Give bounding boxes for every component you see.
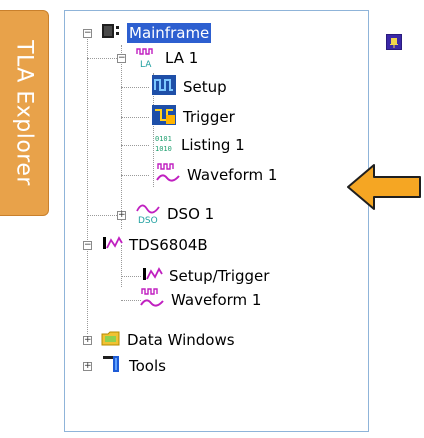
svg-text:LA: LA (140, 60, 152, 70)
tree-node-data-windows[interactable]: Data Windows (101, 328, 237, 352)
pointer-arrow-icon (346, 162, 422, 216)
collapse-la1-button[interactable]: − (117, 54, 126, 63)
expand-data-windows-button[interactable]: + (83, 336, 92, 345)
listing-icon: 0101 1010 (155, 132, 175, 158)
tree-node-setup-trigger[interactable]: Setup/Trigger (141, 264, 271, 288)
svg-text:1010: 1010 (155, 145, 172, 153)
tree-node-listing1[interactable]: 0101 1010 Listing 1 (155, 133, 247, 157)
waveform-icon (139, 286, 165, 314)
dso-icon: DSO (135, 199, 161, 229)
setup-trigger-icon (141, 265, 163, 287)
tree-connector (121, 45, 122, 229)
logic-analyzer-icon: LA (135, 46, 159, 70)
folder-icon (101, 329, 121, 351)
tree-node-mainframe[interactable]: Mainframe (101, 21, 212, 45)
tools-icon (101, 354, 123, 378)
tree-node-waveform1-tds[interactable]: Waveform 1 (139, 288, 263, 312)
tree-node-waveform1-la[interactable]: Waveform 1 (155, 163, 279, 187)
mainframe-icon (101, 22, 123, 44)
tree-connector (87, 37, 88, 334)
svg-text:DSO: DSO (138, 216, 158, 225)
pin-icon (390, 38, 398, 48)
svg-text:0101: 0101 (155, 135, 172, 143)
oscilloscope-icon (101, 234, 123, 256)
tab-label: TLA Explorer (11, 40, 37, 186)
collapse-mainframe-button[interactable]: − (83, 29, 92, 38)
expand-tools-button[interactable]: + (83, 362, 92, 371)
tree-node-tds6804b[interactable]: TDS6804B (101, 233, 210, 257)
tla-explorer-tab[interactable]: TLA Explorer (0, 10, 49, 216)
pin-button[interactable] (386, 34, 402, 50)
waveform-icon (155, 161, 181, 189)
collapse-tds-button[interactable]: − (83, 241, 92, 250)
tree-node-trigger[interactable]: Trigger (151, 105, 237, 129)
tree-node-setup[interactable]: Setup (151, 75, 229, 99)
expand-dso1-button[interactable]: + (117, 211, 126, 220)
setup-icon (151, 74, 177, 100)
trigger-icon (151, 104, 177, 130)
tree-node-dso1[interactable]: DSO DSO 1 (135, 202, 216, 226)
tree-node-la1[interactable]: LA LA 1 (135, 46, 200, 70)
tree-node-tools[interactable]: Tools (101, 354, 168, 378)
tree-panel[interactable]: − Mainframe − LA LA 1 Setup Trigger 0101… (64, 10, 369, 432)
